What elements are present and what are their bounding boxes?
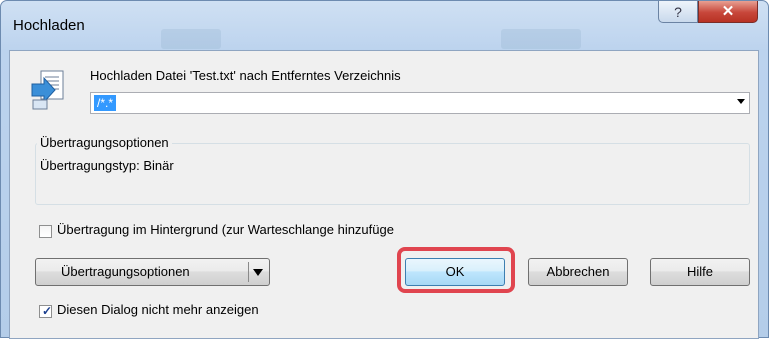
ok-button[interactable]: OK — [405, 258, 505, 286]
help-title-button[interactable]: ? — [658, 1, 698, 23]
background-blur — [161, 29, 221, 49]
dialog-window: Hochladen ? ✕ Hochladen Datei 'Test.txt'… — [0, 0, 769, 339]
upload-file-icon — [31, 70, 64, 110]
help-button[interactable]: Hilfe — [650, 258, 750, 286]
cancel-button[interactable]: Abbrechen — [528, 258, 628, 286]
background-transfer-checkbox[interactable] — [39, 225, 52, 238]
upload-heading: Hochladen Datei 'Test.txt' nach Entfernt… — [90, 68, 401, 83]
background-transfer-label[interactable]: Übertragung im Hintergrund (zur Wartesch… — [57, 222, 394, 237]
dialog-client-area: Hochladen Datei 'Test.txt' nach Entfernt… — [9, 50, 759, 339]
dropdown-arrow-icon[interactable] — [253, 269, 263, 276]
remote-path-combobox[interactable]: /*.* — [90, 92, 750, 114]
background-blur — [501, 29, 581, 49]
dont-show-again-checkbox[interactable]: ✓ — [39, 304, 53, 318]
transfer-options-split-button[interactable]: Übertragungsoptionen — [35, 258, 270, 286]
transfer-options-legend: Übertragungsoptionen — [37, 135, 172, 150]
checkmark-icon: ✓ — [42, 304, 53, 318]
window-title: Hochladen — [13, 17, 85, 34]
transfer-options-group — [35, 143, 750, 205]
transfer-type-text: Übertragungstyp: Binär — [40, 158, 174, 173]
close-button[interactable]: ✕ — [698, 1, 758, 23]
remote-path-value[interactable]: /*.* — [94, 95, 117, 111]
split-divider — [248, 262, 249, 282]
dont-show-again-label[interactable]: Diesen Dialog nicht mehr anzeigen — [57, 302, 259, 317]
chevron-down-icon[interactable] — [737, 99, 745, 104]
transfer-options-button-label[interactable]: Übertragungsoptionen — [61, 259, 190, 285]
